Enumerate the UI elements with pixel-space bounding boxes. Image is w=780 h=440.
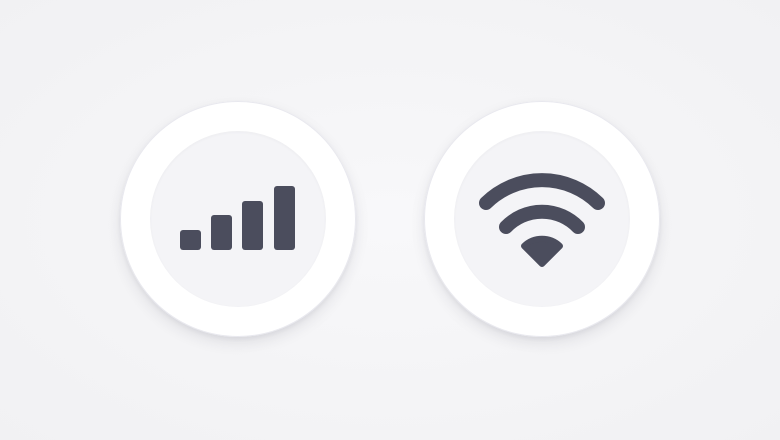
control-panel (0, 0, 780, 440)
cellular-toggle-button[interactable] (120, 101, 356, 337)
wifi-toggle-button[interactable] (424, 101, 660, 337)
cellular-signal-icon (180, 186, 295, 250)
wifi-icon (479, 173, 605, 267)
